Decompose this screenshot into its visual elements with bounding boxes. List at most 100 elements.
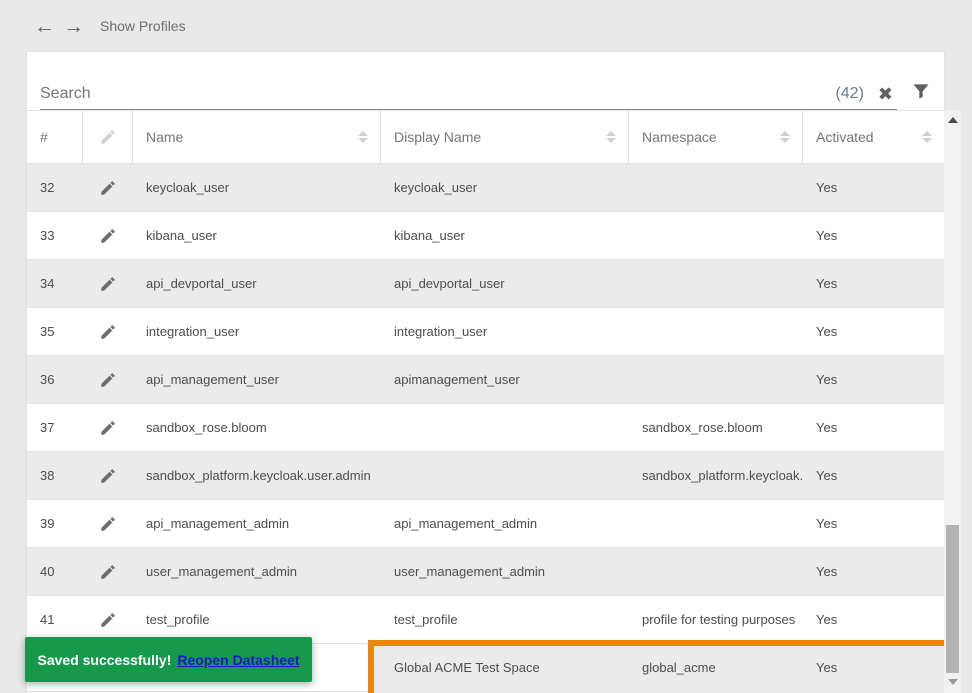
row-edit-cell (83, 308, 133, 355)
row-number: 32 (27, 164, 83, 211)
header-display-name[interactable]: Display Name (381, 111, 629, 163)
cell-name: sandbox_platform.keycloak.user.admin (133, 452, 381, 499)
scroll-down-icon[interactable] (944, 675, 961, 689)
cell-activated: Yes (803, 596, 944, 643)
back-icon[interactable]: ← (34, 16, 55, 37)
sort-icon[interactable] (606, 131, 616, 143)
cell-namespace (629, 260, 803, 307)
cell-namespace (629, 548, 803, 595)
cell-namespace: global_acme (629, 644, 803, 691)
row-number: 40 (27, 548, 83, 595)
cell-name: integration_user (133, 308, 381, 355)
cell-activated: Yes (803, 404, 944, 451)
header-display-label: Display Name (394, 129, 481, 145)
reopen-datasheet-link[interactable]: Reopen Datasheet (177, 652, 299, 668)
row-edit-cell (83, 500, 133, 547)
table-row[interactable]: 34 api_devportal_user api_devportal_user… (27, 260, 944, 308)
row-number: 37 (27, 404, 83, 451)
header-activated[interactable]: Activated (803, 111, 944, 163)
app-window: ← → Show Profiles (42) ✖ # (0, 0, 972, 693)
profiles-panel: (42) ✖ # Name Display Nam (27, 52, 944, 693)
cell-namespace (629, 164, 803, 211)
search-input[interactable] (40, 85, 835, 103)
cell-name: api_devportal_user (133, 260, 381, 307)
row-edit-cell (83, 404, 133, 451)
cell-display-name (381, 452, 629, 499)
sort-icon[interactable] (780, 131, 790, 143)
cell-namespace (629, 500, 803, 547)
edit-icon[interactable] (99, 419, 117, 437)
cell-namespace (629, 308, 803, 355)
row-edit-cell (83, 164, 133, 211)
cell-namespace (629, 356, 803, 403)
cell-display-name: test_profile (381, 596, 629, 643)
edit-icon[interactable] (99, 563, 117, 581)
cell-display-name: user_management_admin (381, 548, 629, 595)
edit-icon[interactable] (99, 227, 117, 245)
cell-display-name: api_management_admin (381, 500, 629, 547)
filter-icon[interactable] (911, 81, 931, 106)
header-num: # (27, 111, 83, 163)
edit-icon[interactable] (99, 179, 117, 197)
row-edit-cell (83, 452, 133, 499)
cell-activated: Yes (803, 500, 944, 547)
cell-namespace (629, 212, 803, 259)
cell-name: sandbox_rose.bloom (133, 404, 381, 451)
cell-display-name: integration_user (381, 308, 629, 355)
header-name[interactable]: Name (133, 111, 381, 163)
cell-display-name: kibana_user (381, 212, 629, 259)
save-toast: Saved successfully! Reopen Datasheet (25, 637, 312, 682)
sort-icon[interactable] (358, 131, 368, 143)
edit-icon[interactable] (99, 275, 117, 293)
cell-display-name (381, 404, 629, 451)
sort-icon[interactable] (922, 131, 932, 143)
header-activated-label: Activated (816, 129, 874, 145)
table-row[interactable]: 33 kibana_user kibana_user Yes (27, 212, 944, 260)
edit-icon[interactable] (99, 323, 117, 341)
cell-display-name: Global ACME Test Space (381, 644, 629, 691)
cell-name: api_management_admin (133, 500, 381, 547)
header-edit (83, 111, 133, 163)
header-namespace[interactable]: Namespace (629, 111, 803, 163)
scroll-up-icon[interactable] (944, 113, 961, 127)
top-navigation-bar: ← → Show Profiles (0, 0, 972, 52)
edit-icon[interactable] (99, 515, 117, 533)
vertical-scrollbar[interactable] (944, 110, 961, 693)
edit-icon[interactable] (99, 467, 117, 485)
scrollbar-thumb[interactable] (946, 525, 959, 673)
cell-activated: Yes (803, 260, 944, 307)
clear-search-icon[interactable]: ✖ (878, 85, 893, 103)
table-row[interactable]: 37 sandbox_rose.bloom sandbox_rose.bloom… (27, 404, 944, 452)
cell-name: test_profile (133, 596, 381, 643)
cell-display-name: keycloak_user (381, 164, 629, 211)
cell-activated: Yes (803, 548, 944, 595)
edit-icon[interactable] (99, 371, 117, 389)
table-row[interactable]: 35 integration_user integration_user Yes (27, 308, 944, 356)
header-name-label: Name (146, 129, 183, 145)
table-body: 32 keycloak_user keycloak_user Yes 33 ki… (27, 164, 944, 692)
cell-name: api_management_user (133, 356, 381, 403)
cell-namespace: sandbox_platform.keycloak.user.admin (629, 452, 803, 499)
row-number: 39 (27, 500, 83, 547)
table-row[interactable]: 36 api_management_user apimanagement_use… (27, 356, 944, 404)
row-edit-cell (83, 212, 133, 259)
table-row[interactable]: 39 api_management_admin api_management_a… (27, 500, 944, 548)
cell-name: keycloak_user (133, 164, 381, 211)
cell-activated: Yes (803, 356, 944, 403)
cell-activated: Yes (803, 212, 944, 259)
edit-icon[interactable] (99, 611, 117, 629)
cell-namespace: profile for testing purposes (629, 596, 803, 643)
row-edit-cell (83, 596, 133, 643)
search-field: (42) ✖ (40, 85, 897, 110)
edit-icon (99, 128, 117, 146)
forward-icon[interactable]: → (63, 16, 84, 37)
toast-message: Saved successfully! (37, 652, 171, 668)
cell-activated: Yes (803, 164, 944, 211)
table-row[interactable]: 32 keycloak_user keycloak_user Yes (27, 164, 944, 212)
cell-namespace: sandbox_rose.bloom (629, 404, 803, 451)
table-header: # Name Display Name Namespace (27, 110, 944, 164)
table-row[interactable]: 38 sandbox_platform.keycloak.user.admin … (27, 452, 944, 500)
table-row[interactable]: 40 user_management_admin user_management… (27, 548, 944, 596)
row-number: 36 (27, 356, 83, 403)
cell-name: kibana_user (133, 212, 381, 259)
